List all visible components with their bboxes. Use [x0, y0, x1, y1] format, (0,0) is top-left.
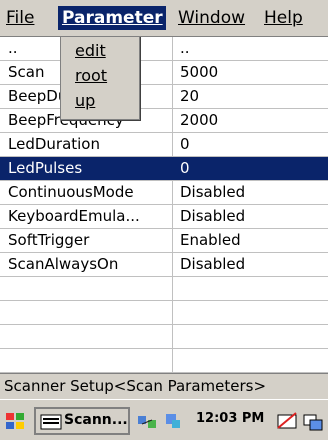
windows-start-icon[interactable] [4, 410, 26, 432]
connection-icon[interactable] [162, 410, 184, 432]
param-value: 0 [180, 135, 190, 153]
table-row[interactable]: .. .. [0, 37, 328, 60]
taskbar: Scann... 12:03 PM [0, 399, 328, 440]
status-text: Scanner Setup<Scan Parameters> [4, 377, 267, 395]
network-icon[interactable] [136, 410, 158, 432]
table-row[interactable]: SoftTrigger Enabled [0, 229, 328, 252]
param-value: 2000 [180, 111, 219, 129]
menu-bar: File Parameter Window Help [0, 0, 328, 36]
param-value: 5000 [180, 63, 219, 81]
table-row-selected[interactable]: LedPulses 0 [0, 157, 328, 180]
table-row[interactable]: Scan 5000 [0, 61, 328, 84]
parameter-dropdown-menu: edit root up [60, 36, 140, 120]
table-row[interactable]: BeepFrequency 2000 [0, 109, 328, 132]
param-value: 0 [180, 159, 190, 177]
param-name: ScanAlwaysOn [8, 255, 119, 273]
param-name: ContinuousMode [8, 183, 134, 201]
menu-item-edit[interactable]: edit [75, 39, 106, 63]
param-name: LedPulses [8, 159, 83, 177]
scanner-app-icon [40, 414, 62, 430]
table-row[interactable]: LedDuration 0 [0, 133, 328, 156]
parameter-grid: .. .. Scan 5000 BeepDuration 20 BeepFreq… [0, 36, 328, 373]
menu-item-up[interactable]: up [75, 89, 95, 113]
table-row[interactable]: KeyboardEmula... Disabled [0, 205, 328, 228]
param-name: LedDuration [8, 135, 100, 153]
param-value: .. [180, 39, 190, 57]
menu-parameter[interactable]: Parameter [58, 6, 166, 30]
keyboard-icon[interactable] [302, 410, 324, 432]
task-button-scanner[interactable]: Scann... [34, 407, 130, 435]
system-tray: 12:03 PM [136, 408, 328, 434]
table-row[interactable]: ScanAlwaysOn Disabled [0, 253, 328, 276]
table-row[interactable]: BeepDuration 20 [0, 85, 328, 108]
param-value: Disabled [180, 207, 246, 225]
battery-icon[interactable] [276, 410, 298, 432]
menu-file[interactable]: File [2, 6, 46, 30]
param-value: 20 [180, 87, 200, 105]
task-label: Scann... [64, 412, 128, 428]
param-value: Disabled [180, 255, 246, 273]
menu-window[interactable]: Window [174, 6, 252, 30]
param-value: Enabled [180, 231, 241, 249]
menu-item-root[interactable]: root [75, 64, 107, 88]
param-name: KeyboardEmula... [8, 207, 140, 225]
param-name: SoftTrigger [8, 231, 90, 249]
param-value: Disabled [180, 183, 246, 201]
clock[interactable]: 12:03 PM [196, 411, 264, 426]
menu-help[interactable]: Help [260, 6, 310, 30]
table-row[interactable]: ContinuousMode Disabled [0, 181, 328, 204]
status-bar: Scanner Setup<Scan Parameters> [0, 373, 328, 399]
